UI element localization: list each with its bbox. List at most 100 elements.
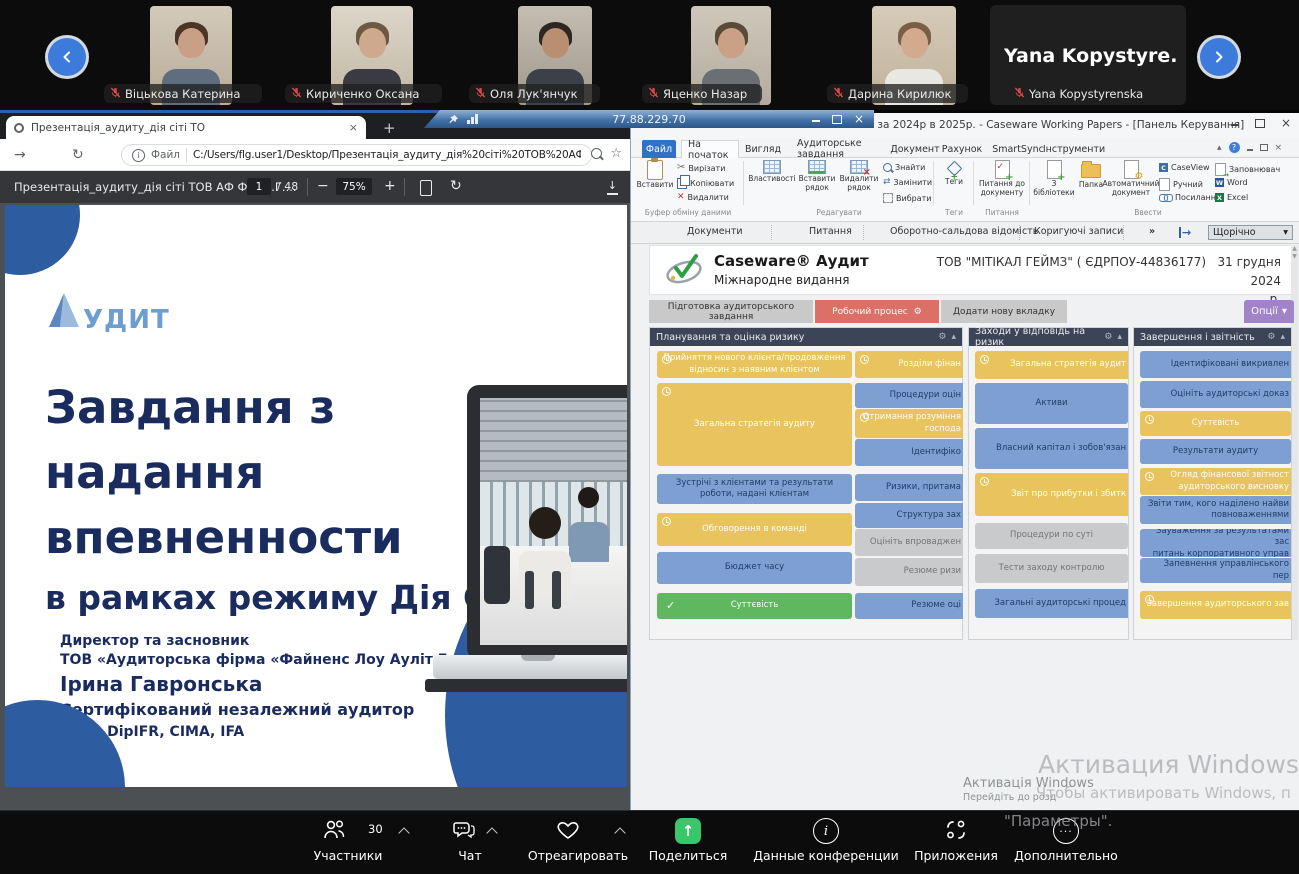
kanban-card[interactable]: Суттєвість [1140,411,1291,436]
kanban-card[interactable]: Процедури по суті [975,523,1128,549]
kanban-card[interactable]: Розділи фінан [855,351,963,378]
options-button[interactable]: Опції ▾ [1244,300,1294,323]
mdi-restore-icon[interactable] [1260,144,1268,151]
ribbon-tab-view[interactable]: Вигляд [747,140,779,158]
collapse-icon[interactable]: ▴ [951,332,956,342]
select-button[interactable]: Вибрати [883,193,931,203]
restore-icon[interactable] [832,115,842,124]
link-button[interactable]: Посилання [1159,193,1221,202]
kanban-card[interactable]: Бюджет часу [657,552,852,584]
minimize-icon[interactable] [812,116,820,122]
ribbon-tab-home[interactable]: На початок [681,140,739,158]
kanban-card[interactable]: Ідентифіко [855,439,963,466]
period-dropdown[interactable]: Щорічно ▾ [1208,225,1293,240]
close-icon[interactable]: × [1281,118,1291,128]
manual-document-button[interactable]: Ручний [1159,178,1203,191]
close-icon[interactable]: × [854,114,864,124]
doc-tab-documents[interactable]: Документи [687,226,743,237]
kanban-card[interactable]: Зустрічі з клієнтами та результати робот… [657,474,852,504]
kanban-card[interactable]: Резюме ризи [855,558,963,586]
page-number-input[interactable]: 1 [247,178,271,195]
doc-tab-trial-balance[interactable]: Оборотно-сальдова відомість [890,226,1038,237]
collapse-icon[interactable]: ▴ [1280,332,1285,342]
doc-tab-adjusting-entries[interactable]: Коригуючі записи [1034,226,1123,237]
collapse-ribbon-icon[interactable]: ▴ [1217,143,1222,153]
kanban-card[interactable]: Структура зах [855,503,963,528]
delete-row-button[interactable]: Видалити рядок [839,160,879,192]
info-icon[interactable] [132,149,145,162]
kanban-card[interactable]: Оцініть аудиторські доказ [1140,381,1291,408]
panel-header[interactable]: Заходи у відповідь на ризик ⚙▴ [969,328,1128,346]
cut-button[interactable]: ✂Вирізати [677,163,725,173]
tab-close-icon[interactable]: × [349,121,358,134]
panel-header[interactable]: Планування та оцінка ризику ⚙▴ [650,328,962,346]
kanban-card[interactable]: Загальні аудиторські процед [975,589,1128,618]
gear-icon[interactable]: ⚙ [914,307,922,317]
bookmark-star-icon[interactable]: ☆ [610,146,622,161]
caseview-button[interactable]: CCaseView [1159,163,1210,172]
mdi-minimize-icon[interactable] [1247,145,1253,151]
help-icon[interactable]: ? [1229,142,1240,153]
view-tab-add-new[interactable]: Додати нову вкладку [941,300,1067,323]
document-issue-button[interactable]: Питання до документу [977,160,1027,197]
more-button[interactable]: ··· Дополнительно [976,811,1156,874]
kanban-card[interactable]: Активи [975,383,1128,424]
goto-icon[interactable]: → [1179,227,1191,238]
kanban-card[interactable]: Тести заходу контролю [975,554,1128,583]
kanban-card[interactable]: Огляд фінансової звітност аудиторського … [1140,468,1291,495]
insert-row-button[interactable]: Вставити рядок [797,160,837,192]
ribbon-tab-file[interactable]: Файл [642,140,676,158]
view-tab-preparation[interactable]: Підготовка аудиторського завдання [649,300,813,323]
zoom-out-button[interactable]: − [317,178,329,194]
paste-button[interactable]: Вставити [637,160,673,190]
browser-tab[interactable]: Презентація_аудиту_дія сіті ТО × [6,116,366,139]
properties-button[interactable]: Властивості [749,160,795,184]
mdi-close-icon[interactable]: × [1275,143,1283,153]
pdf-viewport[interactable]: УДИТ Завдання з надання впевненности в р… [0,203,630,810]
fit-page-icon[interactable] [420,180,432,196]
panel-header[interactable]: Завершення і звітність ⚙▴ [1134,328,1291,346]
view-tab-workflow-active[interactable]: Робочий процес ⚙ [815,300,939,323]
kanban-card[interactable]: Звіт про прибутки і збитк [975,473,1128,516]
kanban-card[interactable]: Результати аудиту [1140,439,1291,464]
rotate-icon[interactable]: ↻ [450,178,462,194]
kanban-card[interactable]: Отримання розуміння господа [855,409,963,438]
word-button[interactable]: WWord [1215,178,1248,187]
zoom-level-input[interactable]: 75% [336,178,372,195]
folder-button[interactable]: Папка [1077,160,1105,190]
ribbon-tab-smartsync[interactable]: SmartSync [995,140,1041,158]
forward-icon[interactable]: → [14,147,26,163]
maximize-icon[interactable] [1255,119,1265,128]
kanban-card[interactable]: Зауваження за результатами зас питань ко… [1140,529,1291,557]
placeholder-button[interactable]: Заповнювач [1215,163,1280,176]
download-icon[interactable]: ↓ [607,179,618,195]
ribbon-tab-audit[interactable]: Аудиторське завдання [791,140,877,158]
ribbon-tab-document[interactable]: Документ [893,140,937,158]
pin-icon[interactable] [448,110,459,129]
kanban-card[interactable]: Резюме оці [855,593,963,619]
delete-button[interactable]: ✕Видалити [677,193,729,202]
url-field[interactable]: Файл C:/Users/flg.user1/Desktop/Презента… [121,144,592,166]
search-icon[interactable] [591,148,602,159]
ribbon-tab-tools[interactable]: Інструменти [1049,140,1099,158]
replace-button[interactable]: ⇄Замінити [883,178,932,187]
copy-button[interactable]: Копіювати [677,178,734,189]
kanban-card[interactable]: Процедури оцін [855,383,963,408]
kanban-card[interactable]: ✓Суттєвість [657,593,852,619]
kanban-card[interactable]: Звіти тим, кого наділено найви повноваже… [1140,496,1291,524]
kanban-card[interactable]: Оцініть впроваджен [855,529,963,556]
from-library-button[interactable]: З бібліотеки [1033,160,1075,197]
new-tab-button[interactable]: + [383,119,396,137]
kanban-card[interactable]: Обговорення в команді [657,513,852,546]
minimize-icon[interactable] [1231,120,1239,126]
kanban-card[interactable]: Загальна стратегія аудит [975,351,1128,379]
collapse-icon[interactable]: ▴ [1117,332,1122,342]
gear-icon[interactable]: ⚙ [1104,332,1112,342]
automatic-document-button[interactable]: Автоматичний документ [1107,160,1155,197]
kanban-card[interactable]: Завершення аудиторського зав [1140,591,1291,619]
kanban-card[interactable]: Ризики, притама [855,474,963,501]
ribbon-tab-account[interactable]: Рахунок [943,140,981,158]
next-participants-button[interactable] [1200,38,1238,76]
gear-icon[interactable]: ⚙ [1267,332,1275,342]
find-button[interactable]: Знайти [883,163,925,172]
